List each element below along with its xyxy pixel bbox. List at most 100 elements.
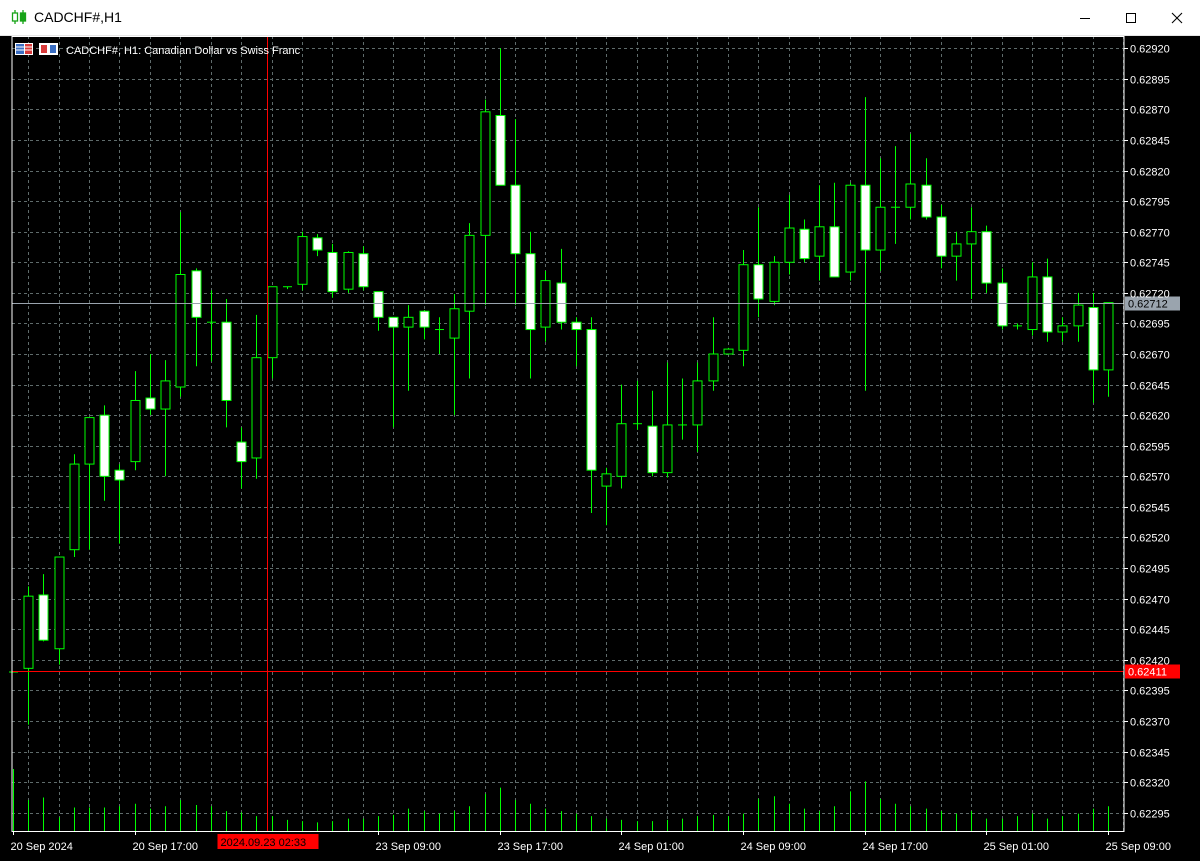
bull-candle [966,231,977,245]
bull-candle [692,380,703,426]
bull-candle [845,184,856,273]
bear-candle [373,291,384,318]
chart-toolbar-icon[interactable] [15,43,33,55]
bear-candle [829,226,840,278]
y-tick-label: 0.62770 [1130,228,1170,240]
bull-candle [662,424,673,474]
symbol-label: CADCHF#, H1: Canadian Dollar vs Swiss Fr… [66,45,301,57]
y-tick-label: 0.62695 [1130,319,1170,331]
chart-area[interactable]: 0.62712 0.62411 2024.09.23 02:33 0.62920 0.… [0,36,1200,861]
price-chart[interactable]: 0.627120.624112024.09.23 02:33 0.629200.… [0,36,1200,861]
bull-candle [1103,302,1114,371]
bid-price-label: 0.62411 [1128,667,1167,679]
bear-candle [99,414,110,477]
bull-candle [251,357,262,459]
window-title: CADCHF#,H1 [34,9,122,25]
bull-candle [769,261,780,302]
y-tick-label: 0.62445 [1130,625,1170,637]
bull-candle [875,206,886,251]
y-tick-label: 0.62545 [1130,503,1170,515]
bear-candle [525,253,536,331]
minimize-icon [1080,18,1090,19]
close-button[interactable] [1154,0,1200,36]
bear-candle [571,321,582,331]
y-tick-label: 0.62820 [1130,167,1170,179]
bull-candle [951,243,962,257]
y-tick-label: 0.62520 [1130,533,1170,545]
bull-candle [464,234,475,312]
crosshair-time-label: 2024.09.23 02:33 [221,837,307,849]
bull-candle [480,111,491,236]
minimize-button[interactable] [1062,0,1108,36]
bear-candle [358,253,369,288]
y-tick-label: 0.62370 [1130,717,1170,729]
x-tick-label: 23 Sep 17:00 [498,841,563,853]
y-tick-label: 0.62320 [1130,778,1170,790]
bull-candle [160,380,171,410]
bear-candle [556,282,567,323]
y-tick-label: 0.62620 [1130,411,1170,423]
x-tick-label: 24 Sep 09:00 [741,841,806,853]
bear-candle [981,231,992,284]
bull-candle [343,251,354,290]
y-tick-label: 0.62470 [1130,595,1170,607]
y-tick-label: 0.62420 [1130,656,1170,668]
y-tick-label: 0.62595 [1130,442,1170,454]
bear-candle [221,321,232,401]
bull-candle [54,556,65,650]
bull-candle [905,183,916,208]
y-tick-label: 0.62895 [1130,75,1170,87]
y-tick-label: 0.62745 [1130,258,1170,270]
y-tick-label: 0.62570 [1130,472,1170,484]
bear-candle [145,397,156,410]
bear-candle [312,237,323,251]
bull-candle [1057,325,1068,333]
bull-candle [738,264,749,351]
close-icon [1171,12,1183,24]
bear-candle [1042,276,1053,333]
x-tick-label: 20 Sep 2024 [11,841,73,853]
maximize-icon [1126,13,1136,23]
bear-candle [921,184,932,218]
y-tick-label: 0.62345 [1130,748,1170,760]
candlestick-app-icon [11,10,27,24]
y-tick-label: 0.62845 [1130,136,1170,148]
bear-candle [327,251,338,293]
y-tick-label: 0.62645 [1130,381,1170,393]
bear-candle [38,594,49,641]
y-tick-label: 0.62795 [1130,197,1170,209]
bull-candle [723,348,734,355]
bear-candle [753,264,764,300]
y-tick-label: 0.62295 [1130,809,1170,821]
bear-candle [997,282,1008,327]
bull-candle [84,417,95,465]
x-tick-label: 25 Sep 09:00 [1106,841,1171,853]
bull-candle [449,308,460,339]
bull-candle [784,227,795,263]
x-tick-label: 24 Sep 17:00 [863,841,928,853]
bull-candle [708,353,719,382]
window-titlebar: CADCHF#,H1 [0,0,1200,36]
bear-candle [860,184,871,251]
bear-candle [191,270,202,318]
x-tick-label: 20 Sep 17:00 [133,841,198,853]
y-tick-label: 0.62495 [1130,564,1170,576]
y-tick-label: 0.62920 [1130,44,1170,56]
bear-candle [419,310,430,328]
y-tick-label: 0.62870 [1130,105,1170,117]
y-tick-label: 0.62395 [1130,686,1170,698]
bear-candle [510,184,521,255]
one-click-trading-icon[interactable] [39,43,58,55]
bull-candle [1073,304,1084,327]
x-tick-label: 23 Sep 09:00 [376,841,441,853]
bull-candle [130,399,141,463]
bull-candle [175,274,186,388]
bear-candle [495,115,506,186]
bull-candle [601,473,612,487]
maximize-button[interactable] [1108,0,1154,36]
bear-candle [236,441,247,463]
bear-candle [388,316,399,328]
bull-candle [69,463,80,551]
chart-background [0,36,1200,861]
bear-candle [936,216,947,257]
